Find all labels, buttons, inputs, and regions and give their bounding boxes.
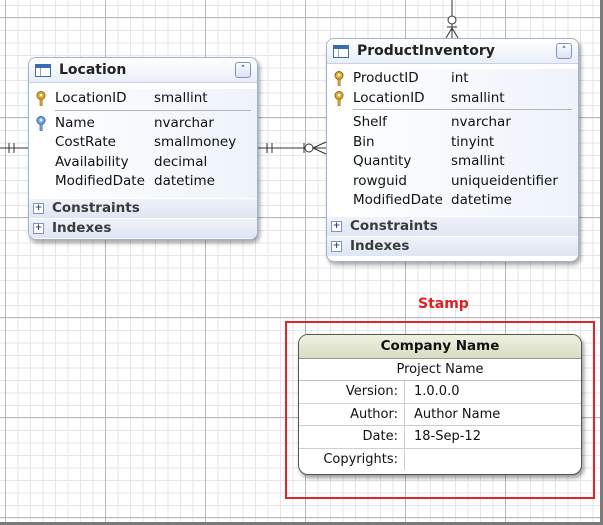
entity-title: ProductInventory — [357, 43, 495, 59]
expand-icon[interactable]: + — [33, 222, 44, 234]
field-row[interactable]: Quantity smallint — [327, 152, 578, 172]
field-type: datetime — [154, 173, 215, 189]
product-inventory-fields: ProductID int LocationID smallint Shelf … — [327, 69, 578, 256]
stamp-value: 18-Sep-12 — [414, 429, 481, 444]
field-type: nvarchar — [154, 114, 214, 131]
entity-title: Location — [59, 62, 127, 78]
stamp-key: Version: — [299, 381, 405, 403]
stamp-value: 1.0.0.0 — [414, 384, 460, 399]
stamp-key: Date: — [299, 426, 405, 448]
field-type: nvarchar — [451, 114, 511, 130]
stamp-project: Project Name — [299, 359, 581, 381]
field-type: tinyint — [451, 133, 495, 150]
field-name: CostRate — [55, 134, 116, 150]
field-type: smallint — [451, 89, 505, 106]
field-name: LocationID — [353, 89, 425, 106]
field-row[interactable]: Shelf nvarchar — [327, 113, 578, 133]
field-name: Shelf — [353, 114, 387, 130]
field-row[interactable]: ModifiedDate datetime — [29, 172, 257, 192]
field-row[interactable]: Name nvarchar — [29, 114, 257, 134]
primary-foreign-key-icon — [334, 71, 344, 86]
field-name: Quantity — [353, 153, 412, 169]
field-type: uniqueidentifier — [451, 172, 558, 189]
location-fields: LocationID smallint Name nvarchar CostRa… — [29, 89, 257, 238]
section-label: Indexes — [52, 220, 112, 236]
field-row[interactable]: ModifiedDate datetime — [327, 191, 578, 211]
index-key-icon — [36, 115, 46, 131]
field-row[interactable]: LocationID smallint — [29, 89, 257, 109]
stamp-row-date: Date: 18-Sep-12 — [299, 426, 581, 449]
constraints-section[interactable]: + Constraints — [29, 197, 257, 218]
stamp-row-version: Version: 1.0.0.0 — [299, 381, 581, 404]
divider — [353, 109, 572, 110]
field-name: ModifiedDate — [353, 192, 443, 208]
location-entity[interactable]: Location ˄ LocationID smallint Name nvar… — [28, 57, 258, 240]
indexes-section[interactable]: + Indexes — [29, 217, 257, 238]
field-type: smallint — [451, 153, 505, 169]
product-inventory-header[interactable]: ProductInventory ˄ — [327, 39, 578, 64]
field-type: smallmoney — [154, 134, 237, 150]
primary-key-icon — [36, 91, 46, 106]
field-name: ModifiedDate — [55, 173, 145, 189]
field-name: Name — [55, 114, 95, 131]
field-type: decimal — [154, 153, 208, 170]
field-name: ProductID — [353, 70, 419, 86]
stamp-key: Copyrights: — [299, 448, 405, 470]
field-row[interactable]: LocationID smallint — [327, 89, 578, 109]
field-row[interactable]: Bin tinyint — [327, 133, 578, 153]
field-name: LocationID — [55, 90, 127, 106]
collapse-button[interactable]: ˄ — [235, 62, 251, 78]
stamp-value: Author Name — [414, 406, 501, 422]
product-inventory-entity[interactable]: ProductInventory ˄ ProductID int Locatio… — [326, 38, 579, 262]
stamp-row-author: Author: Author Name — [299, 403, 581, 426]
collapse-button[interactable]: ˄ — [556, 43, 572, 59]
expand-icon[interactable]: + — [331, 240, 342, 252]
constraints-section[interactable]: + Constraints — [327, 215, 578, 236]
stamp-label: Stamp — [418, 296, 469, 312]
stamp-key: Author: — [299, 403, 405, 425]
field-row[interactable]: CostRate smallmoney — [29, 133, 257, 153]
field-type: int — [451, 70, 469, 86]
section-label: Indexes — [350, 238, 410, 254]
field-name: rowguid — [353, 172, 407, 189]
table-icon — [35, 63, 51, 77]
stamp-block[interactable]: Company Name Project Name Version: 1.0.0… — [298, 334, 582, 475]
section-label: Constraints — [52, 200, 140, 216]
divider — [55, 109, 251, 111]
indexes-section[interactable]: + Indexes — [327, 235, 578, 256]
table-icon — [333, 44, 349, 58]
stamp-company: Company Name — [299, 335, 581, 359]
expand-icon[interactable]: + — [331, 220, 342, 232]
field-row[interactable]: Availability decimal — [29, 153, 257, 173]
stamp-row-copyrights: Copyrights: — [299, 448, 581, 471]
field-name: Bin — [353, 133, 375, 150]
field-name: Availability — [55, 153, 129, 170]
primary-foreign-key-icon — [334, 90, 344, 106]
location-header[interactable]: Location ˄ — [29, 58, 257, 83]
section-label: Constraints — [350, 218, 438, 234]
field-type: datetime — [451, 192, 512, 208]
field-row[interactable]: ProductID int — [327, 69, 578, 89]
expand-icon[interactable]: + — [33, 202, 44, 214]
field-row[interactable]: rowguid uniqueidentifier — [327, 172, 578, 192]
stamp-value — [405, 449, 414, 471]
field-type: smallint — [154, 90, 208, 106]
